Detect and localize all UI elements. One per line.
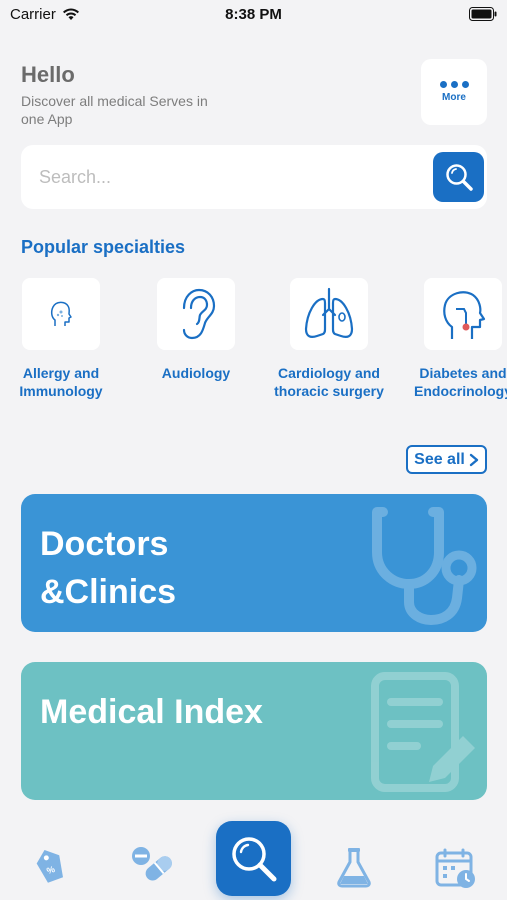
see-all-label: See all [414, 450, 465, 468]
specialty-allergy[interactable]: Allergy and Immunology [0, 278, 126, 400]
head-allergy-icon [50, 301, 72, 326]
specialty-label: Audiology [161, 365, 231, 381]
tab-appointments[interactable] [434, 847, 478, 891]
specialty-label: Allergy and Immunology [19, 365, 103, 399]
medical-index-title: Medical Index [40, 693, 263, 731]
stethoscope-icon [372, 507, 477, 626]
medical-index-card[interactable]: Medical Index [21, 662, 487, 800]
tab-search[interactable] [216, 821, 291, 896]
more-label: More [442, 92, 466, 103]
doctors-clinics-title: Doctors &Clinics [40, 525, 177, 611]
document-edit-icon [371, 672, 475, 792]
doctors-clinics-card[interactable]: Doctors &Clinics [21, 494, 487, 632]
battery-icon [469, 7, 497, 25]
discount-tag-icon: % [36, 849, 63, 883]
specialty-tile [22, 278, 100, 350]
tab-offers[interactable]: % [30, 845, 70, 885]
specialty-cardiology[interactable]: Cardiology and thoracic surgery [264, 278, 394, 400]
search-button[interactable] [433, 152, 484, 202]
head-throat-icon [443, 291, 486, 339]
search-icon [231, 836, 276, 881]
search-input[interactable] [39, 161, 419, 193]
specialty-audiology[interactable]: Audiology [131, 278, 261, 382]
ear-icon [182, 288, 216, 340]
specialty-diabetes[interactable]: Diabetes and Endocrinology [398, 278, 507, 400]
tab-labs[interactable] [334, 845, 374, 889]
pills-icon [132, 847, 172, 881]
specialty-label: Cardiology and thoracic surgery [274, 365, 384, 399]
specialty-label: Diabetes and Endocrinology [414, 365, 507, 399]
more-dots-icon [439, 81, 469, 88]
status-bar: Carrier 8:38 PM [0, 0, 507, 30]
bottom-tab-bar: % [0, 815, 507, 900]
specialty-tile [424, 278, 502, 350]
calendar-clock-icon [435, 848, 475, 888]
greeting-title: Hello [21, 62, 75, 87]
flask-icon [337, 848, 371, 888]
lungs-icon [304, 287, 354, 338]
see-all-button[interactable]: See all [406, 445, 487, 474]
specialty-tile [290, 278, 368, 350]
popular-specialties-title: Popular specialties [21, 237, 186, 257]
tab-pharmacy[interactable] [130, 845, 176, 885]
search-icon [445, 164, 473, 191]
search-box [21, 145, 487, 209]
chevron-right-icon [469, 453, 479, 466]
greeting-subtitle: Discover all medical Serves in one App [21, 93, 208, 127]
specialty-tile [157, 278, 235, 350]
more-button[interactable]: More [421, 59, 487, 125]
clock: 8:38 PM [225, 6, 282, 23]
